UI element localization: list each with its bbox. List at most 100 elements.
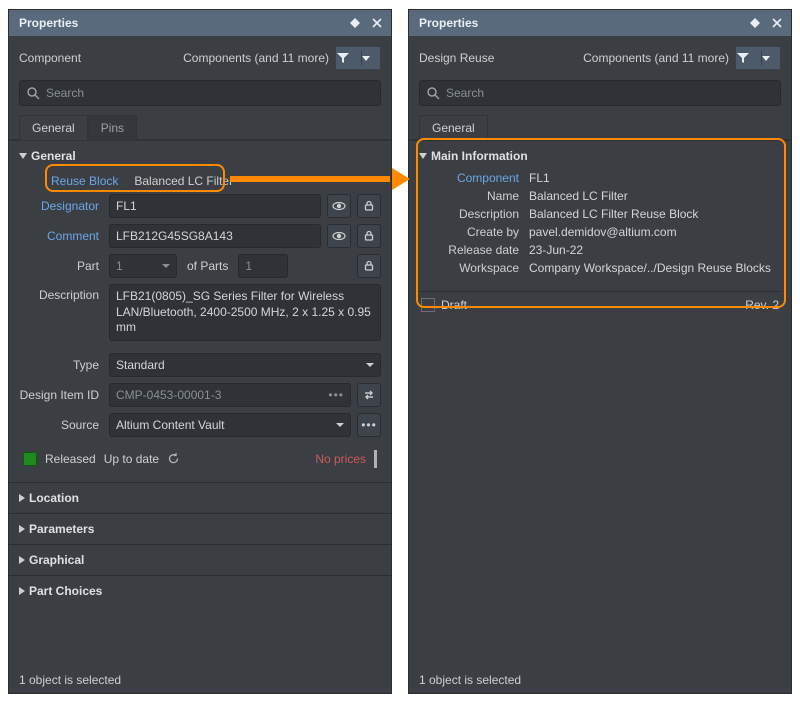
draft-row: Draft Rev. 2 bbox=[419, 291, 781, 316]
main-info-content: ComponentFL1 NameBalanced LC Filter Desc… bbox=[409, 167, 791, 283]
tab-general[interactable]: General bbox=[19, 115, 88, 140]
scope-label: Design Reuse bbox=[419, 51, 494, 65]
section-general-header[interactable]: General bbox=[9, 141, 391, 167]
comment-label[interactable]: Comment bbox=[19, 229, 103, 243]
section-parameters-header[interactable]: Parameters bbox=[9, 513, 391, 544]
section-main-info-header[interactable]: Main Information bbox=[409, 141, 791, 167]
section-part-choices-header[interactable]: Part Choices bbox=[9, 575, 391, 606]
section-graphical-header[interactable]: Graphical bbox=[9, 544, 391, 575]
chevron-right-icon bbox=[19, 525, 25, 533]
release-date-value: 23-Jun-22 bbox=[529, 243, 781, 257]
search-box[interactable] bbox=[19, 80, 381, 106]
search-input[interactable] bbox=[446, 86, 774, 100]
footer-status: 1 object is selected bbox=[9, 667, 391, 693]
eye-icon[interactable] bbox=[327, 194, 351, 218]
reuse-block-link[interactable]: Reuse Block bbox=[51, 174, 122, 188]
designator-label[interactable]: Designator bbox=[19, 199, 103, 213]
part-label: Part bbox=[19, 259, 103, 273]
description-input[interactable]: LFB21(0805)_SG Series Filter for Wireles… bbox=[109, 284, 381, 341]
workspace-value: Company Workspace/../Design Reuse Blocks bbox=[529, 261, 781, 275]
name-value: Balanced LC Filter bbox=[529, 189, 781, 203]
revision-label: Rev. 2 bbox=[745, 298, 779, 312]
search-input[interactable] bbox=[46, 86, 374, 100]
search-icon bbox=[26, 86, 40, 100]
tab-pins[interactable]: Pins bbox=[88, 115, 137, 140]
funnel-icon[interactable] bbox=[336, 51, 362, 65]
eye-icon[interactable] bbox=[327, 224, 351, 248]
filter-button[interactable] bbox=[735, 46, 781, 70]
swap-icon[interactable] bbox=[357, 383, 381, 407]
funnel-icon[interactable] bbox=[736, 51, 762, 65]
description-label: Description bbox=[19, 284, 103, 302]
close-icon[interactable] bbox=[369, 15, 385, 31]
chevron-right-icon bbox=[19, 587, 25, 595]
chevron-right-icon bbox=[19, 556, 25, 564]
scope-summary: Components (and 11 more) bbox=[183, 51, 329, 65]
chevron-down-icon bbox=[419, 153, 427, 159]
properties-panel-right: Properties Design Reuse Components (and … bbox=[408, 9, 792, 694]
reuse-block-value: Balanced LC Filter bbox=[128, 174, 233, 188]
no-prices-label: No prices bbox=[315, 452, 366, 466]
source-label: Source bbox=[19, 418, 103, 432]
description-value: Balanced LC Filter Reuse Block bbox=[529, 207, 781, 221]
filter-caret-icon[interactable] bbox=[762, 54, 780, 62]
workspace-label: Workspace bbox=[419, 261, 529, 275]
type-select[interactable]: Standard bbox=[109, 353, 381, 377]
name-label: Name bbox=[419, 189, 529, 203]
footer-status: 1 object is selected bbox=[409, 667, 791, 693]
tabs: General bbox=[409, 114, 791, 141]
uptodate-label: Up to date bbox=[104, 452, 159, 466]
release-date-label: Release date bbox=[419, 243, 529, 257]
draft-checkbox[interactable] bbox=[421, 298, 435, 312]
component-value: FL1 bbox=[529, 171, 781, 185]
search-box[interactable] bbox=[419, 80, 781, 106]
scope-summary: Components (and 11 more) bbox=[583, 51, 729, 65]
released-label: Released bbox=[45, 452, 96, 466]
chevron-down-icon bbox=[336, 421, 344, 429]
design-item-id-label: Design Item ID bbox=[19, 388, 103, 402]
properties-panel-left: Properties Component Components (and 11 … bbox=[8, 9, 392, 694]
scope-row: Design Reuse Components (and 11 more) bbox=[409, 36, 791, 74]
lock-icon[interactable] bbox=[357, 224, 381, 248]
source-select[interactable]: Altium Content Vault bbox=[109, 413, 351, 437]
general-form: Reuse Block Balanced LC Filter Designato… bbox=[9, 167, 391, 482]
status-row: Released Up to date No prices bbox=[19, 446, 381, 472]
draft-label: Draft bbox=[441, 298, 467, 312]
ellipsis-icon[interactable]: ••• bbox=[328, 388, 344, 402]
search-icon bbox=[426, 86, 440, 100]
titlebar[interactable]: Properties bbox=[409, 10, 791, 36]
titlebar[interactable]: Properties bbox=[9, 10, 391, 36]
close-icon[interactable] bbox=[769, 15, 785, 31]
filter-caret-icon[interactable] bbox=[362, 54, 380, 62]
design-item-id-input[interactable]: CMP-0453-00001-3 ••• bbox=[109, 383, 351, 407]
lock-icon[interactable] bbox=[357, 254, 381, 278]
filter-button[interactable] bbox=[335, 46, 381, 70]
part-select[interactable]: 1 bbox=[109, 254, 177, 278]
description-label: Description bbox=[419, 207, 529, 221]
create-by-label: Create by bbox=[419, 225, 529, 239]
tabs: General Pins bbox=[9, 114, 391, 141]
chevron-down-icon bbox=[162, 262, 170, 270]
released-indicator-icon bbox=[23, 452, 37, 466]
of-parts-value: 1 bbox=[238, 254, 288, 278]
comment-input[interactable]: LFB212G45SG8A143 bbox=[109, 224, 321, 248]
section-location-header[interactable]: Location bbox=[9, 482, 391, 513]
scope-row: Component Components (and 11 more) bbox=[9, 36, 391, 74]
chevron-down-icon bbox=[19, 153, 27, 159]
price-bar-icon bbox=[374, 450, 377, 468]
panel-title: Properties bbox=[19, 16, 78, 30]
tab-general[interactable]: General bbox=[419, 115, 488, 140]
scope-label: Component bbox=[19, 51, 81, 65]
create-by-value: pavel.demidov@altium.com bbox=[529, 225, 781, 239]
designator-input[interactable]: FL1 bbox=[109, 194, 321, 218]
pin-icon[interactable] bbox=[747, 15, 763, 31]
panel-title: Properties bbox=[419, 16, 478, 30]
type-label: Type bbox=[19, 358, 103, 372]
lock-icon[interactable] bbox=[357, 194, 381, 218]
more-button[interactable]: ••• bbox=[357, 413, 381, 437]
chevron-right-icon bbox=[19, 494, 25, 502]
component-link[interactable]: Component bbox=[419, 171, 529, 185]
chevron-down-icon bbox=[366, 361, 374, 369]
pin-icon[interactable] bbox=[347, 15, 363, 31]
refresh-icon[interactable] bbox=[167, 452, 180, 465]
